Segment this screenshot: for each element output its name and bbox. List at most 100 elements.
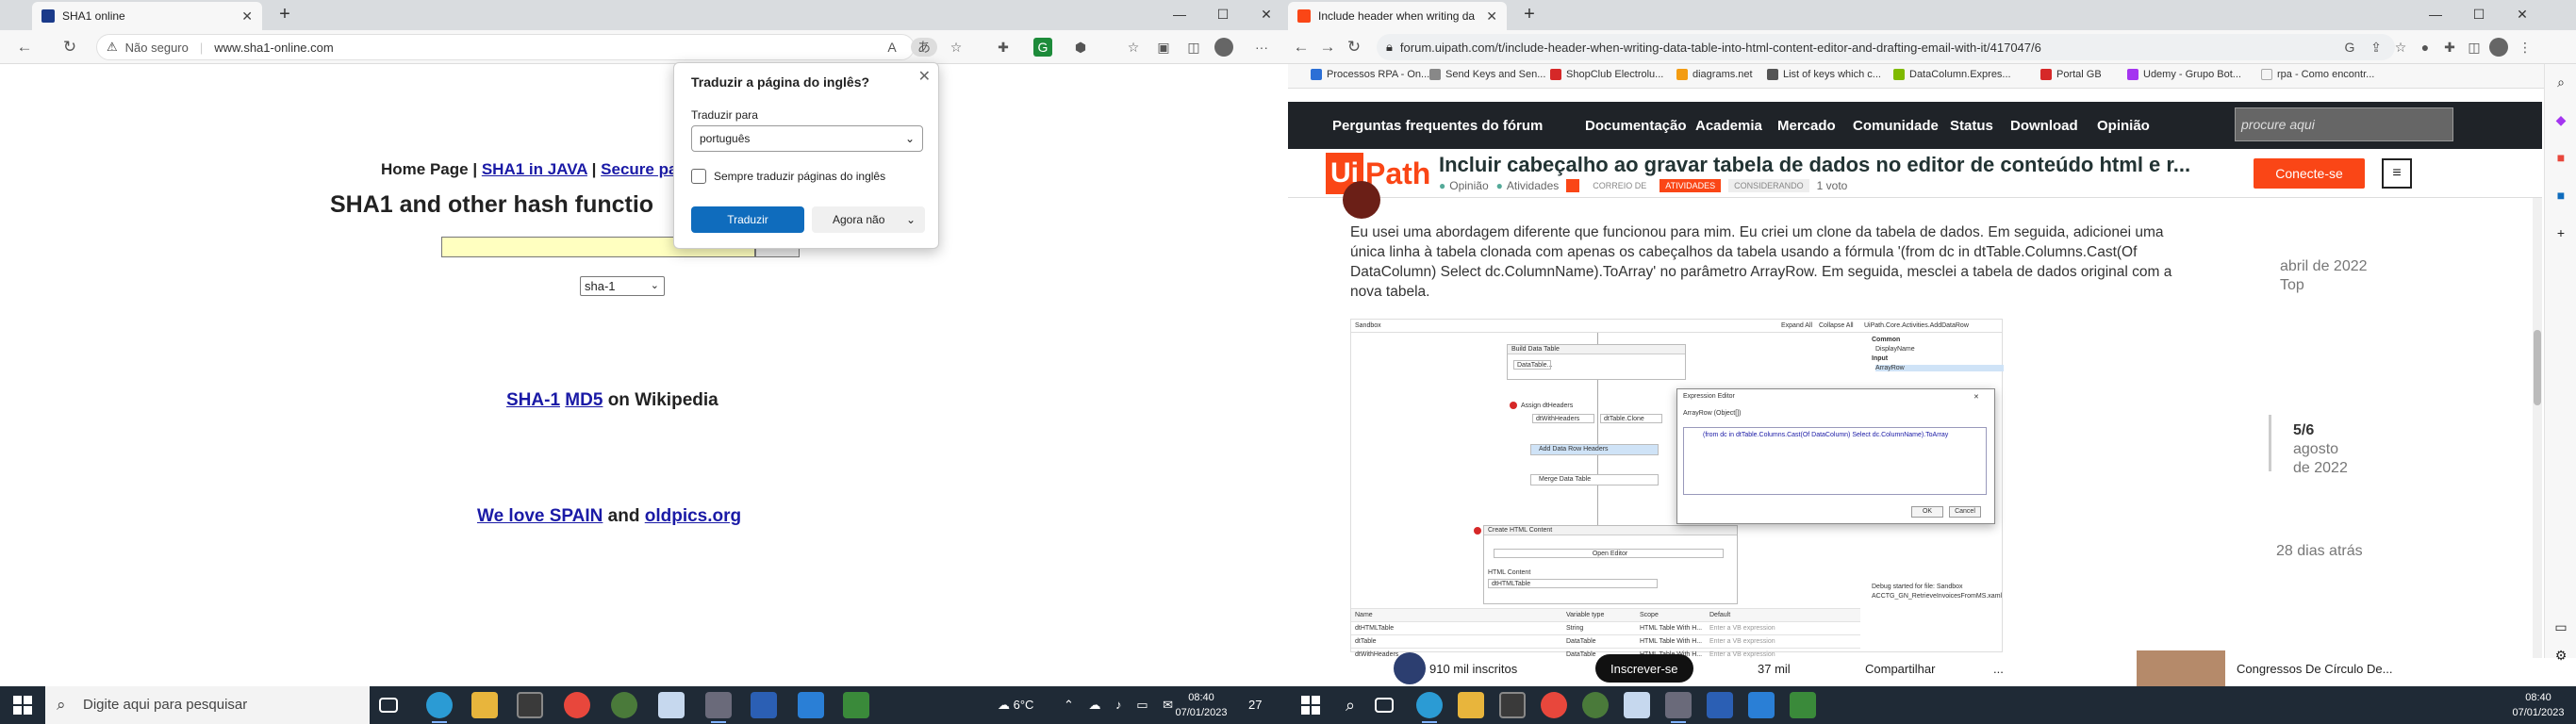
- add-icon[interactable]: +: [2552, 224, 2569, 241]
- maximize-button[interactable]: ☐: [2457, 0, 2501, 30]
- notepad-icon[interactable]: [1624, 692, 1650, 718]
- profile-avatar[interactable]: [2489, 38, 2508, 57]
- profile-avatar[interactable]: [1214, 38, 1233, 57]
- bookmark-item[interactable]: List of keys which c...: [1767, 69, 1881, 80]
- favorites-icon[interactable]: ☆: [1124, 38, 1143, 57]
- edge-icon[interactable]: [1416, 692, 1443, 723]
- new-tab-button[interactable]: +: [273, 4, 296, 26]
- edge-icon[interactable]: [426, 692, 453, 723]
- shopping-icon[interactable]: ◆: [2552, 111, 2569, 128]
- app-icon[interactable]: [611, 692, 637, 718]
- translate-button[interactable]: Traduzir: [691, 206, 804, 233]
- calculator-icon[interactable]: [1665, 692, 1692, 723]
- maximize-button[interactable]: ☐: [1201, 0, 1245, 30]
- word-icon[interactable]: [1707, 692, 1733, 718]
- subscribe-button[interactable]: Inscrever-se: [1595, 654, 1693, 683]
- orchestrator-icon[interactable]: [843, 692, 869, 718]
- target-language-select[interactable]: português ⌄: [691, 125, 923, 152]
- tag-pill[interactable]: CONSIDERANDO: [1728, 179, 1809, 192]
- uipath-logo[interactable]: Ui Path: [1326, 153, 1430, 194]
- bookmark-item[interactable]: ShopClub Electrolu...: [1550, 69, 1663, 80]
- nav-status[interactable]: Status: [1950, 118, 1993, 134]
- extensions-puzzle-icon[interactable]: ✚: [2440, 38, 2459, 57]
- topic-title[interactable]: Incluir cabeçalho ao gravar tabela de da…: [1439, 153, 2193, 177]
- timeline-ago[interactable]: 28 dias atrás: [2276, 543, 2363, 560]
- more-menu-icon[interactable]: ···: [1252, 38, 1271, 57]
- timeline-handle[interactable]: [2269, 415, 2271, 471]
- sha1-wiki-link[interactable]: SHA-1: [506, 390, 560, 410]
- close-window-button[interactable]: ✕: [2501, 0, 2544, 30]
- minimize-button[interactable]: —: [1158, 0, 1201, 30]
- address-bar[interactable]: ⚠ Não seguro | www.sha1-online.com: [96, 34, 915, 60]
- avatar[interactable]: [1343, 181, 1380, 219]
- windows-start-icon[interactable]: [1301, 696, 1320, 715]
- close-tab-icon[interactable]: ✕: [241, 8, 253, 25]
- nav-academy[interactable]: Academia: [1695, 118, 1762, 134]
- nav-docs[interactable]: Documentação: [1585, 118, 1687, 134]
- always-translate-checkbox[interactable]: Sempre traduzir páginas do inglês: [691, 169, 885, 184]
- connect-button[interactable]: Conecte-se: [2254, 158, 2365, 189]
- subcategory-link[interactable]: Atividades: [1507, 179, 1559, 192]
- weather-widget[interactable]: ☁ 6°C: [998, 686, 1033, 724]
- video-thumbnail[interactable]: [2137, 650, 2225, 686]
- word-icon[interactable]: [751, 692, 777, 718]
- extension-icon[interactable]: ●: [2416, 38, 2435, 57]
- store-icon[interactable]: [1499, 692, 1526, 718]
- post-image[interactable]: Sandbox Expand All Collapse All UiPath.C…: [1350, 319, 2004, 658]
- bookmark-item[interactable]: Portal GB: [2040, 69, 2102, 80]
- extension-green-icon[interactable]: G: [1033, 38, 1052, 57]
- share-button[interactable]: Compartilhar: [1865, 662, 1935, 676]
- puzzle-icon[interactable]: ⬢: [1071, 38, 1090, 57]
- screenshot-icon[interactable]: ▭: [2552, 618, 2569, 635]
- minimize-button[interactable]: —: [2414, 0, 2457, 30]
- bookmark-item[interactable]: rpa - Como encontr...: [2261, 69, 2374, 80]
- collections-icon[interactable]: ▣: [1154, 38, 1173, 57]
- app-icon[interactable]: [1582, 692, 1609, 718]
- read-aloud-icon[interactable]: A: [883, 38, 901, 57]
- scroll-thumb[interactable]: [2534, 330, 2541, 405]
- oldpics-link[interactable]: oldpics.org: [645, 506, 741, 526]
- google-icon[interactable]: G: [2340, 38, 2359, 57]
- nav-opinion[interactable]: Opinião: [2097, 118, 2150, 134]
- channel-avatar[interactable]: [1394, 652, 1426, 684]
- tray-icons[interactable]: ⌃ ☁ ♪ ▭ ✉: [1064, 686, 1179, 724]
- chrome-icon[interactable]: [564, 692, 590, 718]
- nav-download[interactable]: Download: [2010, 118, 2078, 134]
- tab-sha1-online[interactable]: SHA1 online ✕: [32, 2, 262, 30]
- translate-icon[interactable]: あ: [911, 38, 937, 57]
- bookmark-item[interactable]: Send Keys and Sen...: [1429, 69, 1545, 80]
- settings-icon[interactable]: ⚙: [2552, 647, 2569, 664]
- split-screen-icon[interactable]: ◫: [1184, 38, 1203, 57]
- taskbar-clock[interactable]: 08:40 07/01/2023: [2510, 690, 2567, 720]
- tab-forum[interactable]: Include header when writing da ✕: [1288, 2, 1507, 30]
- studio-icon[interactable]: [798, 692, 824, 718]
- video-title[interactable]: Congressos De Círculo De...: [2237, 662, 2392, 676]
- studio-icon[interactable]: [1748, 692, 1775, 718]
- search-icon[interactable]: ⌕: [1337, 692, 1363, 718]
- back-icon[interactable]: ←: [1290, 36, 1313, 58]
- address-bar[interactable]: 🔒︎ forum.uipath.com/t/include-header-whe…: [1377, 34, 2395, 60]
- store-icon[interactable]: [517, 692, 543, 718]
- not-now-button[interactable]: Agora não ⌄: [812, 206, 925, 233]
- nav-community[interactable]: Comunidade: [1853, 118, 1939, 134]
- like-count[interactable]: 37 mil: [1758, 662, 1791, 676]
- timeline-top-date[interactable]: abril de 2022: [2280, 258, 2368, 275]
- bookmark-item[interactable]: Processos RPA - On...: [1311, 69, 1429, 80]
- chrome-icon[interactable]: [1541, 692, 1567, 718]
- algorithm-select[interactable]: sha-1 ⌄: [580, 276, 665, 296]
- hamburger-menu-icon[interactable]: ≡: [2382, 158, 2412, 189]
- close-tab-icon[interactable]: ✕: [1486, 8, 1497, 25]
- orchestrator-icon[interactable]: [1790, 692, 1816, 718]
- more-menu-icon[interactable]: ⋮: [2516, 38, 2535, 57]
- forward-icon[interactable]: →: [1316, 36, 1339, 58]
- bookmark-item[interactable]: Udemy - Grupo Bot...: [2127, 69, 2241, 80]
- close-icon[interactable]: ✕: [918, 67, 931, 86]
- secure-link[interactable]: Secure pa: [601, 160, 677, 178]
- tag-pill[interactable]: CORREIO DE: [1587, 179, 1652, 192]
- category-link[interactable]: Opinião: [1449, 179, 1488, 192]
- new-tab-button[interactable]: +: [1518, 4, 1541, 26]
- task-view-icon[interactable]: [379, 698, 398, 713]
- more-button[interactable]: ...: [1993, 662, 2004, 676]
- bookmark-item[interactable]: diagrams.net: [1676, 69, 1753, 80]
- task-view-icon[interactable]: [1375, 698, 1394, 713]
